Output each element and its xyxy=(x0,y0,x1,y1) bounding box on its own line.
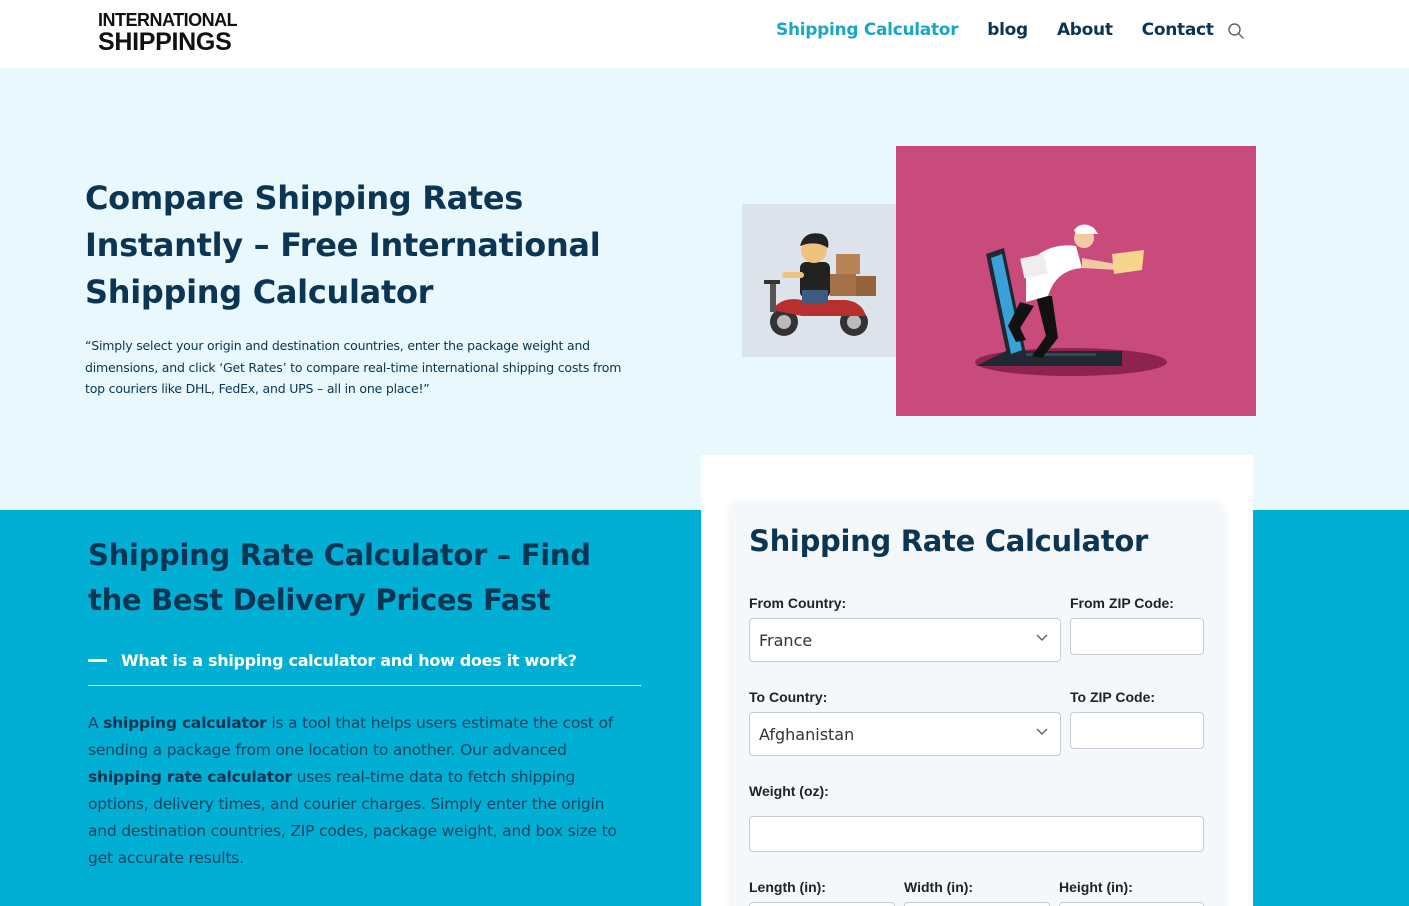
weight-input[interactable] xyxy=(749,816,1204,852)
courier-laptop-illustration xyxy=(896,146,1256,416)
minus-icon xyxy=(88,658,107,662)
section-title: Shipping Rate Calculator – Find the Best… xyxy=(88,538,591,617)
faq-toggle[interactable]: What is a shipping calculator and how do… xyxy=(88,645,643,675)
faq-column: Shipping Rate Calculator – Find the Best… xyxy=(88,533,643,872)
nav-about[interactable]: About xyxy=(1057,20,1113,40)
to-country-select[interactable]: Afghanistan xyxy=(749,712,1061,756)
hero-description: “Simply select your origin and destinati… xyxy=(85,338,622,396)
hero-title: Compare Shipping Rates Instantly – Free … xyxy=(85,179,601,311)
faq-divider xyxy=(88,685,641,686)
site-header: INTERNATIONAL SHIPPINGS Shipping Calcula… xyxy=(0,0,1409,68)
to-country-value: Afghanistan xyxy=(759,724,855,744)
scooter-courier-illustration xyxy=(742,204,898,357)
faq-question: What is a shipping calculator and how do… xyxy=(121,650,577,670)
to-zip-input[interactable] xyxy=(1070,712,1204,749)
to-zip-label: To ZIP Code: xyxy=(1070,689,1156,705)
to-country-label: To Country: xyxy=(749,689,828,705)
faq-answer: A shipping calculator is a tool that hel… xyxy=(88,714,617,867)
nav-contact[interactable]: Contact xyxy=(1142,20,1214,40)
from-country-value: France xyxy=(759,630,813,650)
weight-label: Weight (oz): xyxy=(749,783,829,799)
chevron-down-icon xyxy=(1036,634,1048,642)
nav-shipping-calculator[interactable]: Shipping Calculator xyxy=(776,20,959,40)
height-label: Height (in): xyxy=(1059,879,1133,895)
calculator-title: Shipping Rate Calculator xyxy=(749,524,1148,558)
search-icon[interactable] xyxy=(1227,22,1245,40)
height-input[interactable] xyxy=(1059,902,1204,906)
nav-blog[interactable]: blog xyxy=(987,20,1028,40)
main-nav: Shipping Calculator blog About Contact xyxy=(776,20,1214,40)
chevron-down-icon xyxy=(1036,728,1048,736)
logo-line-1: INTERNATIONAL xyxy=(98,10,238,30)
width-label: Width (in): xyxy=(904,879,974,895)
length-label: Length (in): xyxy=(749,879,826,895)
length-input[interactable] xyxy=(749,902,895,906)
from-zip-input[interactable] xyxy=(1070,618,1204,655)
width-input[interactable] xyxy=(904,902,1050,906)
logo-line-2: SHIPPINGS xyxy=(98,28,232,56)
from-country-select[interactable]: France xyxy=(749,618,1061,662)
from-zip-label: From ZIP Code: xyxy=(1070,595,1174,611)
site-logo[interactable]: INTERNATIONAL SHIPPINGS xyxy=(98,11,248,55)
from-country-label: From Country: xyxy=(749,595,847,611)
